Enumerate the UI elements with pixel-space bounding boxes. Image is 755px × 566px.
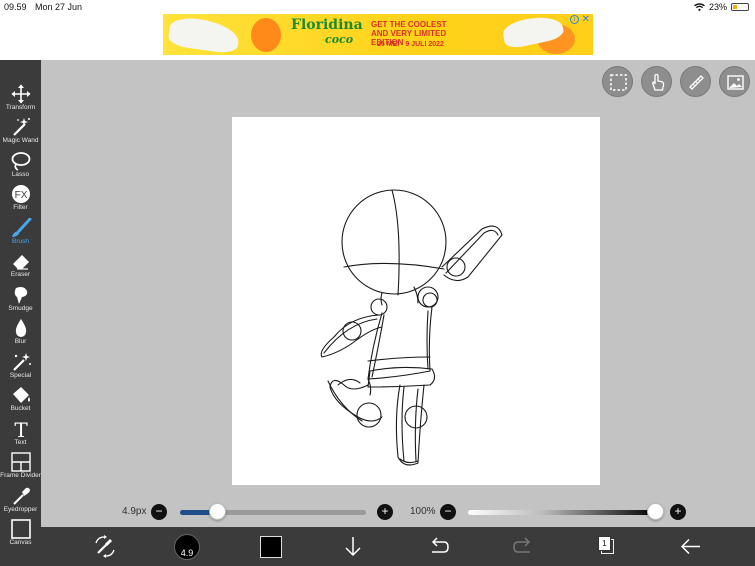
status-time: 09.59 — [4, 2, 27, 12]
opacity-slider-thumb[interactable] — [647, 503, 664, 520]
ruler-button[interactable] — [680, 66, 711, 97]
brush-size-value: 4.9px — [122, 506, 147, 517]
frame-divider-icon — [10, 452, 31, 472]
opacity-increase-button[interactable]: + — [670, 504, 686, 520]
bottom-toolbar: 4.9 1 — [41, 527, 755, 566]
text-icon: T — [14, 419, 28, 439]
smudge-icon — [14, 287, 27, 304]
brush-size-slider[interactable] — [180, 510, 366, 515]
hand-touch-icon — [652, 73, 665, 91]
eyedropper-icon — [12, 487, 30, 505]
canvas-icon — [10, 519, 31, 539]
drawing-canvas[interactable] — [232, 117, 600, 485]
layer-count: 1 — [598, 536, 611, 551]
brush-size-indicator[interactable]: 4.9 — [174, 534, 200, 560]
ad-shoe-left-image — [167, 15, 241, 55]
tool-transform[interactable]: Transform — [0, 82, 41, 115]
ad-can-image — [251, 18, 281, 52]
import-down-button[interactable] — [343, 533, 363, 560]
wifi-icon — [694, 3, 705, 11]
undo-icon — [431, 537, 449, 553]
tool-lasso[interactable]: Lasso — [0, 149, 41, 182]
tool-eyedropper[interactable]: Eyedropper — [0, 484, 41, 517]
ad-brand: Floridina — [291, 17, 363, 33]
tool-frame-divider[interactable]: Frame Divider — [0, 450, 41, 483]
svg-text:FX: FX — [14, 190, 27, 201]
bucket-icon — [12, 387, 30, 403]
tool-label: Transform — [5, 104, 36, 111]
tool-label: Blur — [14, 338, 27, 345]
battery-percent: 23% — [708, 2, 727, 12]
tool-label: Eyedropper — [3, 506, 38, 513]
tool-sidebar: Transform Magic Wand Lasso FX Filter Bru… — [0, 60, 41, 566]
rotate-brush-eraser-icon — [95, 535, 115, 558]
dashed-selection-icon — [610, 74, 627, 91]
tool-bucket[interactable]: Bucket — [0, 383, 41, 416]
tool-text[interactable]: T Text — [0, 417, 41, 450]
selection-button[interactable] — [602, 66, 633, 97]
tool-label: Special — [9, 372, 32, 379]
status-right: 23% — [694, 2, 749, 12]
opacity-decrease-button[interactable]: − — [440, 504, 456, 520]
arrow-left-icon — [680, 538, 700, 555]
brush-icon — [11, 218, 31, 237]
ad-dates: 25 MEI - 9 JULI 2022 — [377, 41, 444, 48]
color-swatch[interactable] — [260, 536, 282, 558]
ruler-icon — [689, 75, 704, 90]
tool-special[interactable]: Special — [0, 350, 41, 383]
ad-banner[interactable]: Floridina coco GET THE COOLEST AND VERY … — [163, 14, 593, 55]
tool-label: Eraser — [10, 271, 31, 278]
lasso-icon — [11, 152, 30, 171]
magic-wand-icon — [12, 118, 30, 136]
status-bar: 09.59 Mon 27 Jun 23% — [0, 0, 755, 14]
sketch-drawing — [320, 189, 503, 466]
undo-button[interactable] — [428, 533, 450, 560]
tool-label: Smudge — [8, 305, 33, 312]
fx-icon: FX — [11, 185, 30, 203]
redo-icon — [513, 537, 531, 553]
tool-eraser[interactable]: Eraser — [0, 249, 41, 282]
special-sparkle-icon — [12, 353, 31, 371]
layers-button[interactable]: 1 — [598, 536, 614, 554]
touch-gesture-button[interactable] — [641, 66, 672, 97]
tool-label: Text — [14, 439, 27, 446]
tool-label: Lasso — [11, 171, 30, 178]
ad-zone: Floridina coco GET THE COOLEST AND VERY … — [0, 14, 755, 60]
image-icon — [727, 75, 744, 90]
battery-icon — [731, 3, 749, 11]
back-button[interactable] — [679, 533, 703, 560]
redo-button[interactable] — [512, 533, 534, 560]
tool-label: Brush — [12, 238, 29, 245]
eraser-icon — [12, 255, 29, 270]
tool-label: Frame Divider — [0, 472, 41, 479]
brush-size-badge: 4.9 — [180, 548, 194, 558]
brush-size-slider-thumb[interactable] — [209, 503, 227, 520]
tool-label: Filter — [13, 204, 28, 211]
opacity-slider[interactable] — [468, 510, 656, 515]
opacity-value: 100% — [410, 506, 436, 517]
image-reference-button[interactable] — [719, 66, 750, 97]
tool-smudge[interactable]: Smudge — [0, 283, 41, 316]
tool-brush[interactable]: Brush — [0, 216, 41, 249]
tool-blur[interactable]: Blur — [0, 316, 41, 349]
close-icon[interactable]: ✕ — [582, 14, 590, 25]
blur-drop-icon — [15, 319, 26, 337]
tool-magic-wand[interactable]: Magic Wand — [0, 115, 41, 148]
brush-size-increase-button[interactable]: + — [377, 504, 393, 520]
tool-label: Bucket — [10, 405, 31, 412]
arrow-down-icon — [345, 537, 361, 557]
status-date: Mon 27 Jun — [35, 2, 83, 12]
ad-brand-sub: coco — [325, 33, 354, 46]
quick-menu-button[interactable] — [92, 533, 118, 560]
tool-label: Canvas — [9, 539, 32, 546]
tool-filter[interactable]: FX Filter — [0, 182, 41, 215]
tool-canvas[interactable]: Canvas — [0, 517, 41, 550]
svg-text:T: T — [14, 419, 28, 439]
brush-size-decrease-button[interactable]: − — [151, 504, 167, 520]
move-arrows-icon — [11, 84, 30, 104]
info-icon[interactable]: i — [570, 15, 579, 24]
tool-label: Magic Wand — [2, 137, 39, 144]
